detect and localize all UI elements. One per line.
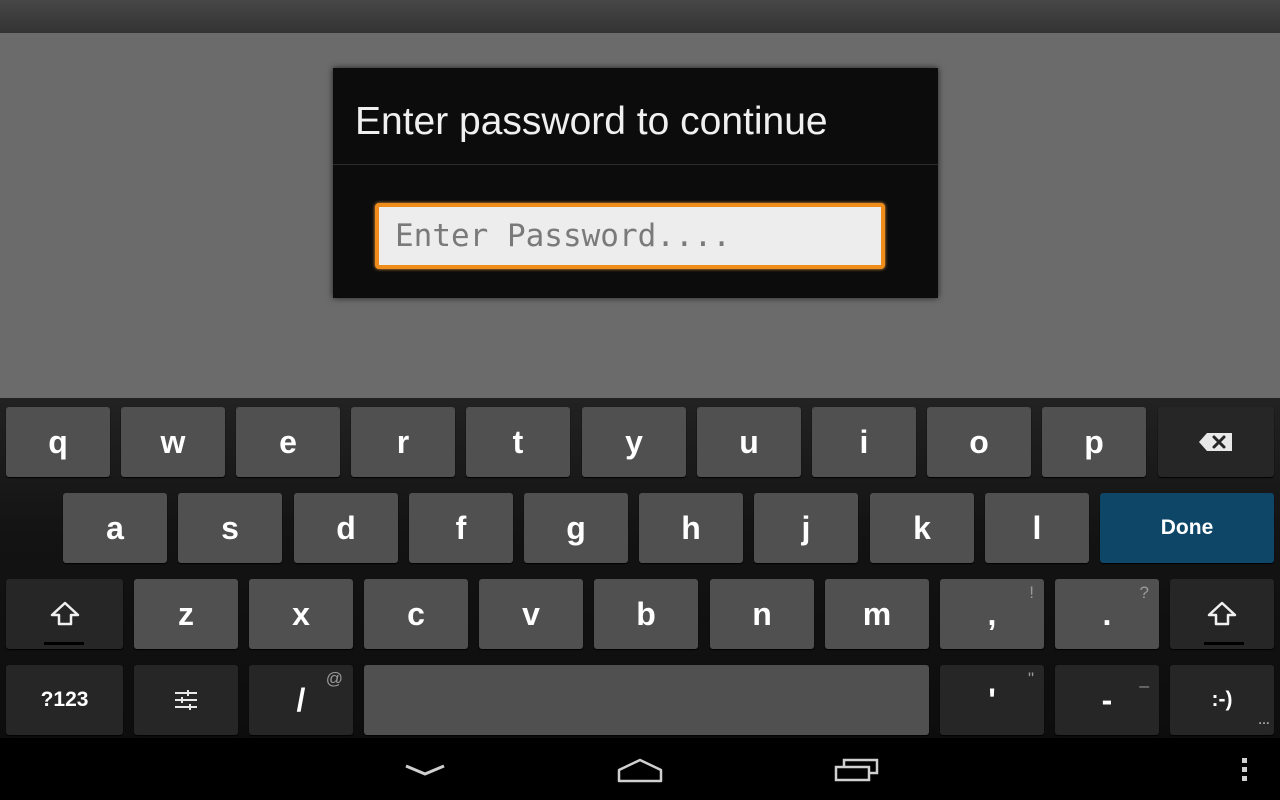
key-h[interactable]: h (639, 493, 743, 563)
key-f[interactable]: f (409, 493, 513, 563)
symbols-key[interactable]: ?123 (6, 665, 123, 735)
key-dash-label: - (1101, 681, 1113, 718)
key-b[interactable]: b (594, 579, 698, 649)
back-icon (405, 764, 445, 776)
key-m[interactable]: m (825, 579, 929, 649)
key-s[interactable]: s (178, 493, 282, 563)
key-e[interactable]: e (236, 407, 340, 477)
key-comma-label: , (987, 595, 997, 632)
key-a[interactable]: a (63, 493, 167, 563)
key-q[interactable]: q (6, 407, 110, 477)
key-dash-hint: _ (1139, 669, 1149, 688)
key-i[interactable]: i (812, 407, 916, 477)
key-t[interactable]: t (466, 407, 570, 477)
shift-indicator (44, 642, 84, 645)
recent-apps-button[interactable] (827, 752, 887, 788)
key-apostrophe-label: ' (988, 681, 996, 718)
key-period[interactable]: . ? (1055, 579, 1159, 649)
key-c[interactable]: c (364, 579, 468, 649)
key-apostrophe-hint: " (1027, 669, 1034, 688)
recent-apps-icon (834, 758, 879, 782)
key-l[interactable]: l (985, 493, 1089, 563)
done-key[interactable]: Done (1100, 493, 1274, 563)
key-slash[interactable]: / @ (249, 665, 353, 735)
settings-key[interactable] (134, 665, 238, 735)
key-slash-hint: @ (325, 669, 343, 688)
key-k[interactable]: k (870, 493, 974, 563)
home-button[interactable] (610, 752, 670, 788)
shift-indicator (1204, 642, 1244, 645)
key-y[interactable]: y (582, 407, 686, 477)
key-d[interactable]: d (294, 493, 398, 563)
home-icon (617, 758, 663, 783)
dialog-divider (333, 164, 938, 165)
back-button[interactable] (395, 752, 455, 788)
key-j[interactable]: j (754, 493, 858, 563)
key-v[interactable]: v (479, 579, 583, 649)
key-period-hint: ? (1139, 583, 1149, 602)
backspace-key[interactable] (1158, 407, 1274, 477)
smiley-key[interactable]: :-) … (1170, 665, 1274, 735)
backspace-icon (1199, 433, 1232, 451)
key-period-label: . (1102, 595, 1112, 632)
key-r[interactable]: r (351, 407, 455, 477)
shift-icon (50, 601, 79, 626)
password-input[interactable] (375, 203, 885, 269)
settings-sliders-icon (175, 690, 197, 710)
shift-key-left[interactable] (6, 579, 123, 649)
password-dialog: Enter password to continue (333, 68, 938, 298)
key-slash-label: / (296, 681, 306, 718)
key-w[interactable]: w (121, 407, 225, 477)
key-z[interactable]: z (134, 579, 238, 649)
status-bar (0, 0, 1280, 33)
key-comma[interactable]: , ! (940, 579, 1044, 649)
key-n[interactable]: n (710, 579, 814, 649)
key-comma-hint: ! (1029, 583, 1034, 602)
more-options-icon: … (1258, 713, 1270, 727)
key-u[interactable]: u (697, 407, 801, 477)
overflow-menu-button[interactable] (1232, 752, 1258, 788)
dialog-title: Enter password to continue (355, 100, 828, 143)
shift-icon (1207, 601, 1237, 626)
key-g[interactable]: g (524, 493, 628, 563)
key-x[interactable]: x (249, 579, 353, 649)
on-screen-keyboard: q w e r t y u i o p a s d f g h j k l Do… (0, 398, 1280, 738)
space-key[interactable] (364, 665, 929, 735)
navigation-bar (0, 738, 1280, 800)
key-p[interactable]: p (1042, 407, 1146, 477)
menu-icon (1242, 758, 1247, 781)
key-dash[interactable]: - _ (1055, 665, 1159, 735)
key-o[interactable]: o (927, 407, 1031, 477)
key-apostrophe[interactable]: ' " (940, 665, 1044, 735)
shift-key-right[interactable] (1170, 579, 1274, 649)
smiley-key-label: :-) (1211, 688, 1233, 711)
